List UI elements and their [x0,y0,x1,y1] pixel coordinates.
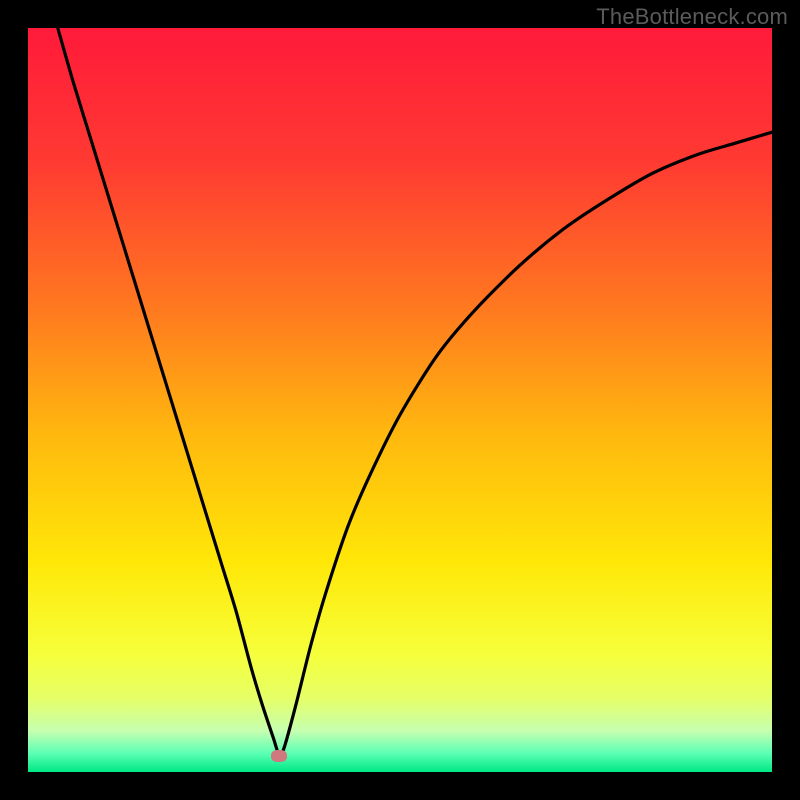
minimum-marker [271,750,287,762]
bottleneck-curve [28,28,772,772]
chart-frame: TheBottleneck.com [0,0,800,800]
watermark-text: TheBottleneck.com [596,4,788,30]
plot-area [28,28,772,772]
